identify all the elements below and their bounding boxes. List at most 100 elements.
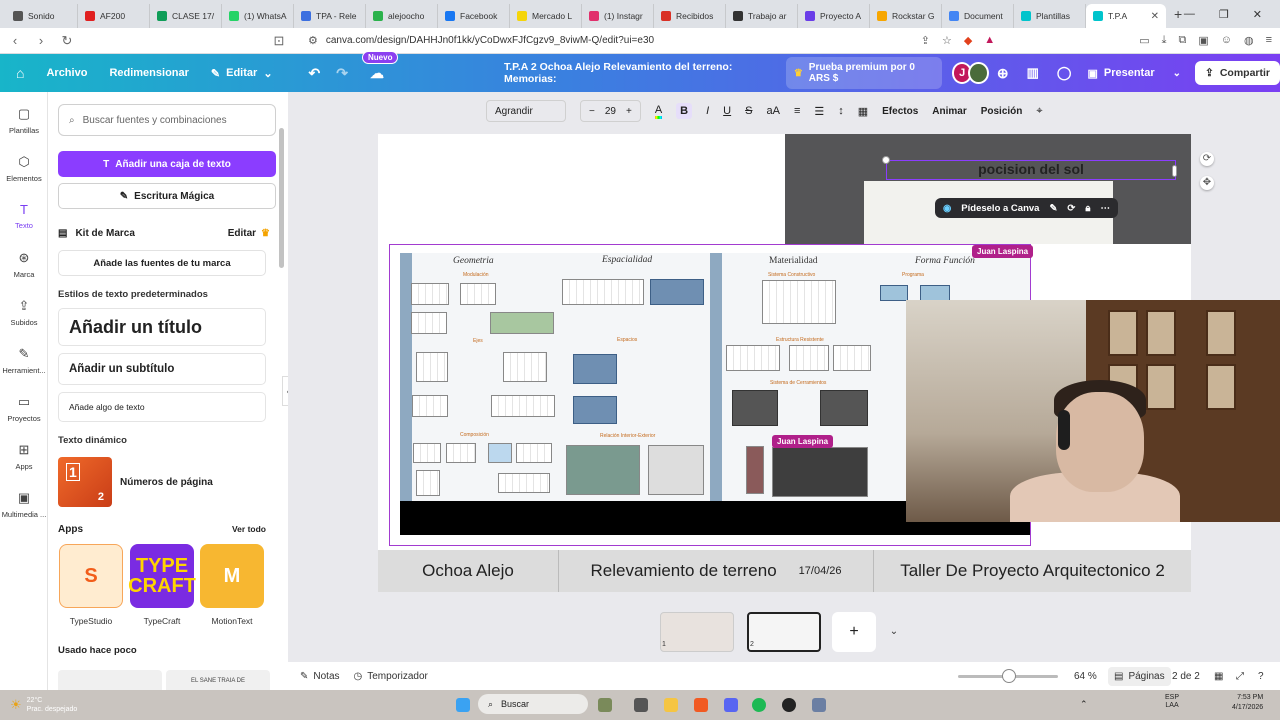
downloads-icon[interactable]: ⤓	[1162, 34, 1167, 47]
archivo-menu[interactable]: Archivo	[46, 67, 87, 79]
menu-icon[interactable]: ≡	[1266, 34, 1272, 47]
rail-item[interactable]: ⬡ Elementos	[0, 154, 48, 183]
paint-format-icon[interactable]: ⌖	[1036, 105, 1042, 118]
widgets-icon[interactable]	[598, 698, 612, 712]
magic-edit-icon[interactable]: ✎	[1049, 203, 1057, 214]
notes-button[interactable]: ✎ Notas	[300, 671, 340, 682]
browser-tab[interactable]: Proyecto A	[798, 4, 870, 28]
browser-tab[interactable]: Plantillas	[1014, 4, 1086, 28]
vpn-icon[interactable]: ◍	[1244, 34, 1254, 47]
page-numbers-item[interactable]: 1 2 Números de página	[58, 454, 266, 510]
add-subtitle-button[interactable]: Añadir un subtítulo	[58, 353, 266, 385]
compartir-button[interactable]: ⇪ Compartir	[1195, 61, 1280, 85]
start-icon[interactable]	[456, 698, 470, 712]
browser-tab[interactable]: Sonido	[6, 4, 78, 28]
rail-item[interactable]: ▣ Multimedia ...	[0, 490, 48, 519]
insights-icon[interactable]: ▥	[1027, 65, 1039, 81]
efectos-button[interactable]: Efectos	[882, 106, 918, 117]
more-options-icon[interactable]: ⋯	[1100, 203, 1110, 214]
page-thumbnail-1[interactable]	[660, 612, 734, 652]
resize-handle[interactable]	[1172, 165, 1177, 177]
taskbar-search[interactable]: ⌕ Buscar	[478, 694, 588, 714]
settings-icon[interactable]	[812, 698, 826, 712]
italic-icon[interactable]: I	[706, 105, 709, 117]
page-thumbnail-2[interactable]	[747, 612, 821, 652]
posicion-button[interactable]: Posición	[981, 106, 1023, 117]
forward-icon[interactable]: ›	[34, 33, 48, 48]
discord-icon[interactable]	[724, 698, 738, 712]
app-tile-typestudio[interactable]: S TypeStudio	[59, 544, 123, 626]
selected-text-box[interactable]: pocision del sol	[886, 160, 1176, 180]
weather-widget[interactable]: 22°C Prac. despejado	[27, 696, 78, 714]
browser-tab[interactable]: Trabajo ar	[726, 4, 798, 28]
animar-button[interactable]: Animar	[932, 106, 966, 117]
font-family-select[interactable]: Agrandir	[486, 100, 566, 122]
grid-view-icon[interactable]: ▦	[1214, 671, 1223, 682]
close-window-icon[interactable]: ✕	[1253, 8, 1262, 21]
presentar-button[interactable]: ▣ Presentar	[1087, 67, 1154, 80]
wallet-icon[interactable]: ▣	[1198, 34, 1208, 47]
font-size-stepper[interactable]: − 29 +	[580, 100, 641, 122]
browser-tab[interactable]: alejoocho	[366, 4, 438, 28]
rail-item[interactable]: ⇪ Subidos	[0, 298, 48, 327]
profile-icon[interactable]: ☺	[1221, 34, 1232, 47]
footer-name[interactable]: Ochoa Alejo	[378, 550, 559, 592]
home-icon[interactable]: ⌂	[16, 65, 24, 81]
spacing-icon[interactable]: ↕	[838, 105, 844, 117]
recent-font-thumbnail[interactable]: EL SANE TRAIA DE	[166, 670, 270, 690]
timer-button[interactable]: ◷ Temporizador	[354, 671, 428, 682]
zoom-slider-knob[interactable]	[1002, 669, 1016, 683]
browser-tab[interactable]: T.P.A ✕	[1086, 4, 1166, 28]
rail-item[interactable]: ✎ Herramient...	[0, 346, 48, 375]
bold-icon[interactable]: B	[676, 103, 693, 119]
rotate-icon[interactable]: ⟳	[1200, 152, 1214, 166]
present-options-chevron-icon[interactable]: ⌄	[1173, 68, 1181, 79]
ask-canva-button[interactable]: Pídeselo a Canva	[961, 203, 1039, 214]
add-body-text-button[interactable]: Añade algo de texto	[58, 392, 266, 422]
align-center-icon[interactable]: ≡	[794, 105, 800, 117]
add-collaborator-icon[interactable]: ⊕	[997, 65, 1009, 82]
footer-subject-cell[interactable]: Relevamiento de terreno 17/04/26	[559, 550, 874, 592]
footer-course[interactable]: Taller De Proyecto Arquitectonico 2	[874, 550, 1191, 592]
browser-tab[interactable]: Facebook	[438, 4, 510, 28]
text-color-icon[interactable]: A	[654, 103, 663, 119]
close-tab-icon[interactable]: ✕	[1151, 11, 1159, 22]
browser-tab[interactable]: TPA - Rele	[294, 4, 366, 28]
fullscreen-icon[interactable]: ⤢	[1236, 671, 1244, 682]
premium-trial-button[interactable]: ♛ Prueba premium por 0 ARS $	[785, 57, 942, 89]
app-tile-typecraft[interactable]: TYPE CRAFT TypeCraft	[128, 544, 196, 626]
font-search-input[interactable]: ⌕ Buscar fuentes y combinaciones	[58, 104, 276, 136]
editar-menu[interactable]: ✎ Editar ⌄	[211, 67, 273, 80]
language-indicator[interactable]: ESP LAA	[1165, 694, 1179, 710]
add-page-button[interactable]: +	[832, 612, 876, 652]
url-field[interactable]: ⚙ canva.com/design/DAHHJn0f1kk/yCoDwxFJf…	[298, 31, 909, 51]
strikethrough-icon[interactable]: S	[745, 105, 752, 117]
bookmark-icon[interactable]: ⊡	[272, 33, 286, 49]
pages-button[interactable]: ▤ Páginas	[1108, 666, 1171, 686]
list-icon[interactable]: ☰	[814, 105, 824, 118]
app-tile-motiontext[interactable]: M MotionText	[200, 544, 264, 626]
rail-item[interactable]: ▭ Proyectos	[0, 394, 48, 423]
star-icon[interactable]: ☆	[942, 34, 952, 47]
spotify-icon[interactable]	[752, 698, 766, 712]
redo-icon[interactable]: ↷	[336, 65, 348, 82]
brand-kit-edit-button[interactable]: Editar ♛	[228, 228, 270, 239]
resize-handle[interactable]	[882, 156, 890, 164]
tray-chevron-icon[interactable]: ⌃	[1080, 699, 1088, 710]
rail-item[interactable]: ▢ Plantillas	[0, 106, 48, 135]
browser-tab[interactable]: CLASE 17/	[150, 4, 222, 28]
browser-tab[interactable]: AF200	[78, 4, 150, 28]
brave-shield-icon[interactable]: ◆	[964, 34, 972, 47]
rail-item[interactable]: ⊞ Apps	[0, 442, 48, 471]
document-title[interactable]: T.P.A 2 Ochoa Alejo Relevamiento del ter…	[504, 61, 764, 85]
collaborator-avatar-photo[interactable]	[968, 62, 989, 84]
browser-tab[interactable]: Mercado L	[510, 4, 582, 28]
new-tab-button[interactable]: +	[1174, 6, 1182, 22]
browser-tab[interactable]: (1) WhatsA	[222, 4, 294, 28]
font-size-value[interactable]: 29	[605, 106, 616, 117]
rail-item[interactable]: T Texto	[0, 202, 48, 230]
browser-tab[interactable]: Rockstar G	[870, 4, 942, 28]
minimize-icon[interactable]: —	[1184, 8, 1195, 21]
browser-tab[interactable]: Document	[942, 4, 1014, 28]
back-icon[interactable]: ‹	[8, 33, 22, 48]
